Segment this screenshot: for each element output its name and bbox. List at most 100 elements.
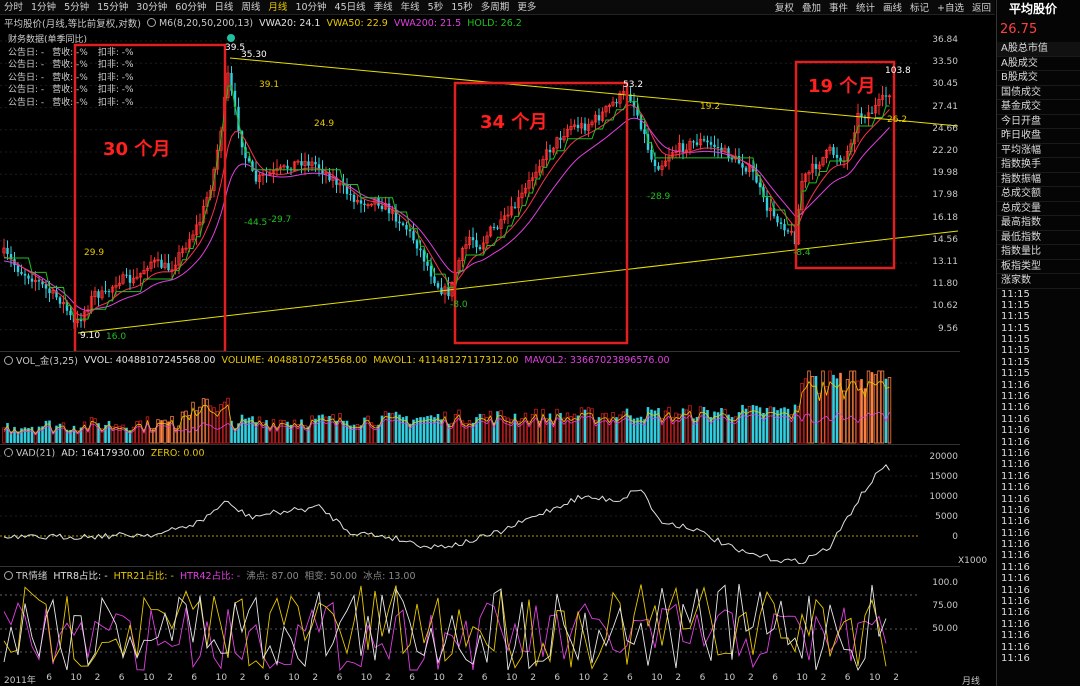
- financial-rev: 营收: -%: [52, 85, 88, 95]
- time-tick: 6: [699, 673, 706, 683]
- tick-time: 11:16: [1001, 641, 1030, 653]
- candle-body: [300, 161, 303, 166]
- tool-button[interactable]: +自选: [933, 0, 968, 14]
- tick-time: 11:16: [1001, 391, 1030, 403]
- indicator-settings[interactable]: M6(8,20,50,200,13): [146, 17, 253, 29]
- quote-field[interactable]: 国债成交: [997, 86, 1080, 100]
- candle-body: [307, 161, 310, 166]
- time-tick: 6: [844, 673, 851, 683]
- htr21-value: HTR21占比: -: [113, 571, 174, 582]
- tab-timeframe[interactable]: 30分钟: [132, 0, 171, 15]
- candle-body: [433, 276, 436, 284]
- volume-chart[interactable]: [0, 367, 960, 444]
- tab-timeframe[interactable]: 45日线: [331, 0, 370, 15]
- label-19-2: 19.2: [700, 102, 721, 112]
- financial-exc: 扣非: -%: [97, 47, 134, 58]
- quote-field[interactable]: A股成交: [997, 57, 1080, 71]
- tab-timeframe[interactable]: 月线: [264, 0, 291, 15]
- support-trendline: [77, 230, 959, 334]
- candle-body: [741, 163, 744, 168]
- quote-field[interactable]: 总成交量: [997, 202, 1080, 216]
- tick-time: 11:16: [1001, 436, 1030, 448]
- tab-timeframe[interactable]: 5秒: [424, 0, 448, 15]
- tab-timeframe[interactable]: 多周期: [477, 0, 514, 15]
- quote-field[interactable]: 涨家数: [997, 274, 1080, 289]
- candle-body: [352, 194, 356, 202]
- tab-timeframe[interactable]: 15分钟: [93, 0, 132, 15]
- tab-timeframe[interactable]: 日线: [210, 0, 237, 15]
- label-8-0: -8.0: [450, 300, 468, 310]
- vad-chart[interactable]: [0, 452, 960, 564]
- tool-button[interactable]: 返回: [968, 0, 995, 14]
- tool-button[interactable]: 标记: [906, 0, 933, 14]
- tick-time: 11:15: [1001, 322, 1030, 334]
- quote-field[interactable]: 板指类型: [997, 260, 1080, 274]
- candle-body: [583, 123, 587, 131]
- boil-value: 沸点: 87.00: [246, 571, 299, 582]
- gear-icon: [146, 17, 156, 27]
- quote-field[interactable]: 平均涨幅: [997, 144, 1080, 158]
- quote-field[interactable]: A股总市值: [997, 42, 1080, 57]
- financial-row: 公告日: - 营收: -% 扣非: -%: [8, 47, 148, 60]
- main-indicator-bar: 平均股价(月线,等比前复权,对数) M6(8,20,50,200,13) VWA…: [0, 15, 960, 31]
- time-tick: 10: [360, 673, 373, 683]
- financial-row: 公告日: - 营收: -% 扣非: -%: [8, 84, 148, 97]
- label-103-8: 103.8: [885, 66, 911, 76]
- tr-tick: 50.00: [932, 624, 958, 634]
- tab-timeframe[interactable]: 周线: [237, 0, 264, 15]
- label-28-9: -28.9: [647, 192, 671, 202]
- tab-timeframe[interactable]: 分时: [0, 0, 27, 15]
- tool-button[interactable]: 叠加: [798, 0, 825, 14]
- candle-body: [471, 237, 475, 241]
- candle-body: [730, 158, 734, 160]
- candle-body: [408, 229, 412, 232]
- tab-timeframe[interactable]: 年线: [397, 0, 424, 15]
- tr-chart[interactable]: [0, 582, 960, 672]
- candle-body: [426, 261, 429, 266]
- time-tick: 6: [772, 673, 778, 683]
- tab-timeframe[interactable]: 60分钟: [171, 0, 210, 15]
- quote-field[interactable]: B股成交: [997, 71, 1080, 86]
- vvol-value: VVOL: 40488107245568.00: [83, 354, 216, 366]
- financial-data-box: 财务数据(单季同比) 公告日: - 营收: -% 扣非: -% 公告日: - 营收: -…: [8, 34, 148, 109]
- candle-body: [783, 223, 786, 231]
- price-tick: 9.56: [937, 323, 958, 334]
- quote-field[interactable]: 总成交额: [997, 187, 1080, 202]
- tool-button[interactable]: 统计: [852, 0, 879, 14]
- time-tick: 6: [481, 673, 488, 683]
- quote-field[interactable]: 基金成交: [997, 100, 1080, 115]
- candle-body: [349, 193, 352, 195]
- time-tick: 10: [433, 673, 445, 683]
- tab-timeframe[interactable]: 10分钟: [291, 0, 330, 15]
- time-tick: 6: [336, 673, 343, 683]
- time-tick: 6: [554, 673, 561, 683]
- label-8-4: -8.4: [793, 248, 811, 258]
- tab-timeframe[interactable]: 15秒: [447, 0, 477, 15]
- box2-label: 34 个月: [480, 112, 548, 133]
- tool-button[interactable]: 复权: [771, 0, 798, 14]
- tool-button[interactable]: 事件: [825, 0, 852, 14]
- tr-settings[interactable]: TR情绪: [4, 568, 47, 582]
- vol-settings[interactable]: VOL_金(3,25): [4, 353, 78, 367]
- quote-field[interactable]: 今日开盘: [997, 115, 1080, 129]
- quote-field[interactable]: 最高指数: [997, 216, 1080, 231]
- tool-button[interactable]: 画线: [879, 0, 906, 14]
- quote-field[interactable]: 指数振幅: [997, 173, 1080, 187]
- candle-body: [422, 250, 426, 262]
- quote-field[interactable]: 昨日收盘: [997, 129, 1080, 144]
- tab-timeframe[interactable]: 更多: [513, 0, 540, 15]
- quote-field[interactable]: 指数换手: [997, 158, 1080, 173]
- quote-field[interactable]: 最低指数: [997, 231, 1080, 245]
- tab-timeframe[interactable]: 5分钟: [60, 0, 93, 15]
- tab-timeframe[interactable]: 1分钟: [27, 0, 60, 15]
- tick-time: 11:16: [1001, 482, 1030, 494]
- tab-timeframe[interactable]: 季线: [370, 0, 397, 15]
- tick-time: 11:16: [1001, 573, 1030, 585]
- time-tick: 2: [239, 673, 246, 683]
- quote-field[interactable]: 指数量比: [997, 245, 1080, 260]
- candle-body: [359, 200, 363, 204]
- candle-body: [6, 248, 9, 255]
- tick-time: 11:16: [1001, 516, 1030, 528]
- label-29-7: -29.7: [268, 215, 292, 225]
- candle-body: [167, 263, 170, 271]
